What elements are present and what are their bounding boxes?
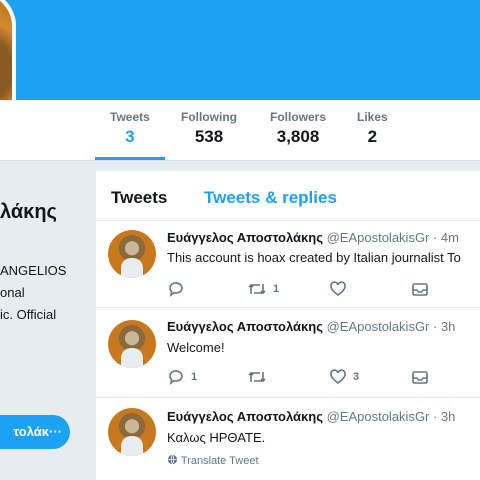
mail-icon (412, 283, 428, 296)
retweet-count: 1 (273, 283, 280, 295)
translate-label: Translate Tweet (180, 455, 259, 467)
dm-button[interactable] (411, 280, 429, 298)
like-button[interactable]: 3 (329, 368, 359, 386)
reply-icon (169, 282, 183, 297)
profile-bio: ANGELIOS onal ic. Official (0, 260, 66, 326)
stat-likes[interactable]: Likes 2 (357, 110, 388, 147)
reply-icon (169, 370, 183, 385)
stat-likes-label: Likes (357, 110, 388, 124)
stat-followers-label: Followers (270, 110, 327, 124)
tweet-avatar[interactable] (108, 230, 156, 278)
tweet-avatar[interactable] (108, 408, 156, 456)
reply-count: 1 (191, 371, 198, 383)
tweet-header: Ευάγγελος Αποστολάκης @EApostolakisGr · … (167, 230, 459, 245)
tweet-author-name[interactable]: Ευάγγελος Αποστολάκης (167, 319, 323, 334)
stat-tweets[interactable]: Tweets 3 (110, 110, 150, 147)
globe-icon (167, 454, 178, 465)
tweet-header: Ευάγγελος Αποστολάκης @EApostolakisGr · … (167, 409, 455, 424)
stat-tweets-label: Tweets (110, 110, 150, 124)
translate-tweet-link[interactable]: Translate Tweet (167, 454, 259, 467)
tweet-author-name[interactable]: Ευάγγελος Αποστολάκης (167, 230, 323, 245)
reply-button[interactable] (167, 280, 191, 298)
retweet-icon (248, 371, 266, 383)
tweet-to-button[interactable]: τολάκ··· (0, 415, 70, 449)
tweet-avatar[interactable] (108, 320, 156, 368)
reply-button[interactable]: 1 (167, 368, 197, 386)
tweet-author-name[interactable]: Ευάγγελος Αποστολάκης (167, 409, 323, 424)
bio-line: ANGELIOS (0, 263, 67, 278)
timeline-tabs: Tweets Tweets & replies (96, 171, 480, 221)
tweet-author-handle[interactable]: @EApostolakisGr · 3h (327, 319, 456, 334)
bio-line: onal (0, 285, 25, 300)
mail-icon (412, 371, 428, 384)
stat-following[interactable]: Following 538 (181, 110, 237, 147)
tweet-author-handle[interactable]: @EApostolakisGr · 4m (327, 230, 459, 245)
tab-tweets[interactable]: Tweets (111, 188, 167, 208)
stat-followers-value: 3,808 (276, 127, 320, 146)
tweet-header: Ευάγγελος Αποστολάκης @EApostolakisGr · … (167, 319, 455, 334)
profile-banner (0, 0, 480, 100)
stat-tweets-value: 3 (125, 127, 135, 146)
bio-line: ic. Official (0, 307, 57, 322)
timeline: Tweets Tweets & replies Ευάγγελος Αποστο… (96, 171, 480, 480)
tweet-item[interactable]: Ευάγγελος Αποστολάκης @EApostolakisGr · … (96, 222, 480, 308)
stat-likes-value: 2 (367, 127, 378, 146)
tab-tweets-replies[interactable]: Tweets & replies (204, 188, 337, 208)
profile-stats-bar: Tweets 3 Following 538 Followers 3,808 L… (0, 100, 480, 161)
tweet-author-handle[interactable]: @EApostolakisGr · 3h (327, 409, 456, 424)
tweet-text: Welcome! (167, 340, 225, 355)
tweet-actions: 1 3 (167, 368, 467, 388)
retweet-icon (248, 283, 266, 295)
tweet-text: This account is hoax created by Italian … (167, 250, 461, 265)
profile-name: λάκης (0, 201, 57, 223)
stat-following-label: Following (181, 110, 237, 124)
like-count: 3 (353, 371, 360, 383)
like-icon (330, 369, 346, 384)
retweet-button[interactable]: 1 (247, 280, 279, 298)
tweet-item[interactable]: Ευάγγελος Αποστολάκης @EApostolakisGr · … (96, 398, 480, 480)
retweet-button[interactable] (247, 368, 273, 386)
stat-followers[interactable]: Followers 3,808 (270, 110, 326, 147)
like-icon (330, 281, 346, 296)
tweet-item[interactable]: Ευάγγελος Αποστολάκης @EApostolakisGr · … (96, 308, 480, 398)
like-button[interactable] (329, 280, 353, 298)
active-stat-underline (95, 157, 165, 160)
stat-following-value: 538 (194, 127, 224, 146)
tweet-text: Καλως ΗΡΘΑΤΕ. (167, 430, 266, 445)
dm-button[interactable] (411, 368, 429, 386)
tweet-actions: 1 (167, 280, 467, 300)
profile-sidebar: λάκης ANGELIOS onal ic. Official τολάκ··… (0, 161, 96, 480)
